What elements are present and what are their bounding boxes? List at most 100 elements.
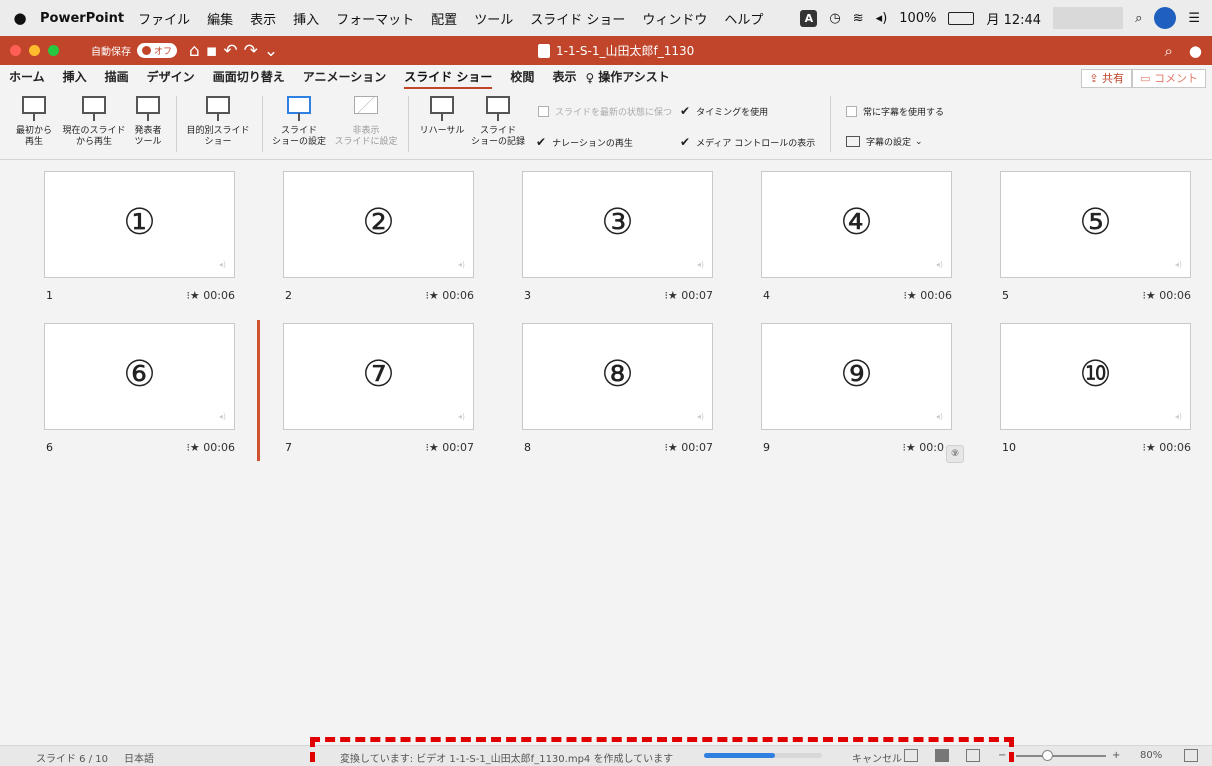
zoom-slider[interactable] [1016, 755, 1106, 757]
record-slide-show-button[interactable]: スライド ショーの記録 [470, 96, 526, 148]
slide-preview[interactable]: ⑩ ◂) [1000, 323, 1191, 430]
clock[interactable]: 月 12:44 [986, 9, 1041, 28]
document-name: 1-1-S-1_山田太郎f_1130 [556, 44, 695, 58]
play-narrations-checkbox[interactable]: ✔ ナレーションの再生 [536, 135, 633, 149]
always-subtitles-checkbox[interactable]: 常に字幕を使用する [846, 105, 944, 118]
minimize-window-button[interactable] [29, 45, 40, 56]
slide-thumbnail[interactable]: ⑥ ◂) 6 ⁝★ 00:06 [44, 323, 235, 454]
customize-toolbar-icon[interactable]: ⌄ [264, 41, 284, 61]
tab-view[interactable]: 表示 [552, 65, 576, 90]
slide-label: ② [362, 202, 395, 243]
slide-thumbnail[interactable]: ⑤ ◂) 5 ⁝★ 00:06 [1000, 171, 1191, 302]
comments-button[interactable]: ▭ コメント [1132, 69, 1206, 88]
transition-star-icon: ⁝★ [1142, 289, 1160, 302]
notification-center-icon[interactable]: ☰ [1188, 11, 1200, 26]
slide-preview[interactable]: ⑦ ◂) [283, 323, 474, 430]
menu-edit[interactable]: 編集 [207, 9, 233, 28]
custom-slide-show-button[interactable]: 目的別スライド ショー [180, 96, 256, 148]
rehearse-timings-button[interactable]: リハーサル [414, 96, 470, 137]
transition-star-icon: ⁝★ [186, 441, 204, 454]
menu-file[interactable]: ファイル [138, 9, 190, 28]
app-menu[interactable]: PowerPoint [40, 11, 124, 26]
input-source-icon[interactable]: A [800, 9, 818, 27]
menu-help[interactable]: ヘルプ [724, 9, 763, 28]
home-icon[interactable]: ⌂ [189, 41, 206, 61]
slide-preview[interactable]: ② ◂) [283, 171, 474, 278]
set-up-slide-show-icon [287, 96, 311, 121]
set-up-slide-show-button[interactable]: スライド ショーの設定 [268, 96, 330, 148]
slide-thumbnail[interactable]: ① ◂) 1 ⁝★ 00:06 [44, 171, 235, 302]
slide-thumbnail[interactable]: ⑨ ◂) 9 ⁝★ 00:0 [761, 323, 952, 454]
tab-slideshow[interactable]: スライド ショー [404, 65, 493, 90]
annotation-highlight-frame [310, 737, 1014, 766]
slide-thumbnail[interactable]: ⑦ ◂) 7 ⁝★ 00:07 [283, 323, 474, 454]
slide-thumbnail[interactable]: ③ ◂) 3 ⁝★ 00:07 [522, 171, 713, 302]
hide-slide-button[interactable]: 非表示 スライドに設定 [332, 96, 400, 148]
slide-thumbnail[interactable]: ⑩ ◂) 10 ⁝★ 00:06 [1000, 323, 1191, 454]
tab-home[interactable]: ホーム [9, 65, 45, 90]
zoom-level[interactable]: 80% [1140, 750, 1162, 761]
zoom-in-button[interactable]: + [1112, 750, 1120, 761]
time-machine-icon[interactable]: ◷ [829, 11, 840, 26]
menu-tools[interactable]: ツール [474, 9, 513, 28]
slide-preview[interactable]: ④ ◂) [761, 171, 952, 278]
zoom-window-button[interactable] [48, 45, 59, 56]
language-indicator[interactable]: 日本語 [124, 750, 154, 765]
slide-timing: ⁝★ 00:06 [425, 289, 474, 302]
tab-animations[interactable]: アニメーション [303, 65, 387, 90]
slide-thumbnail[interactable]: ④ ◂) 4 ⁝★ 00:06 [761, 171, 952, 302]
battery-icon[interactable] [948, 11, 975, 25]
slide-label: ⑤ [1079, 202, 1112, 243]
subtitle-settings-button[interactable]: 字幕の設定 ⌄ [846, 135, 923, 148]
slide-number: 1 [46, 289, 53, 302]
tab-transitions[interactable]: 画面切り替え [213, 65, 285, 90]
account-icon[interactable]: ● [1189, 42, 1202, 60]
slide-preview[interactable]: ⑨ ◂) [761, 323, 952, 430]
document-title[interactable]: 1-1-S-1_山田太郎f_1130 [538, 36, 694, 65]
slide-label: ⑩ [1079, 354, 1112, 395]
undo-icon[interactable]: ↶ [223, 41, 243, 61]
fit-to-window-icon[interactable] [1184, 749, 1198, 762]
tab-tell-me[interactable]: 操作アシスト [598, 65, 670, 90]
tab-draw[interactable]: 描画 [105, 65, 129, 90]
play-from-start-button[interactable]: 最初から 再生 [6, 96, 62, 148]
close-window-button[interactable] [10, 45, 21, 56]
share-button[interactable]: ⇪ 共有 [1081, 69, 1132, 88]
presenter-view-button[interactable]: 発表者 ツール [128, 96, 168, 148]
siri-icon[interactable] [1154, 7, 1177, 29]
slide-thumbnail[interactable]: ② ◂) 2 ⁝★ 00:06 [283, 171, 474, 302]
tab-insert[interactable]: 挿入 [63, 65, 87, 90]
tab-review[interactable]: 校閲 [510, 65, 534, 90]
zoom-slider-handle[interactable] [1042, 750, 1053, 761]
menu-format[interactable]: フォーマット [336, 9, 414, 28]
ribbon-separator [830, 96, 831, 152]
menu-slideshow[interactable]: スライド ショー [530, 9, 625, 28]
play-from-current-button[interactable]: 現在のスライド から再生 [62, 96, 126, 148]
slide-preview[interactable]: ⑧ ◂) [522, 323, 713, 430]
spotlight-icon[interactable]: ⌕ [1135, 11, 1142, 26]
redo-icon[interactable]: ↷ [244, 41, 264, 61]
search-icon[interactable]: ⌕ [1165, 42, 1173, 60]
ribbon-tab-bar: ホーム 挿入 描画 デザイン 画面切り替え アニメーション スライド ショー 校… [0, 65, 1212, 90]
slide-thumbnail[interactable]: ⑧ ◂) 8 ⁝★ 00:07 [522, 323, 713, 454]
volume-icon[interactable]: ◂) [876, 11, 888, 26]
menu-arrange[interactable]: 配置 [431, 9, 457, 28]
slide-timing: ⁝★ 00:06 [1142, 441, 1191, 454]
drop-insertion-marker [257, 320, 260, 461]
autosave-toggle[interactable]: オフ [137, 43, 178, 58]
slide-preview[interactable]: ⑥ ◂) [44, 323, 235, 430]
use-timings-checkbox[interactable]: ✔ タイミングを使用 [680, 104, 768, 118]
menu-window[interactable]: ウィンドウ [642, 9, 707, 28]
menu-insert[interactable]: 挿入 [293, 9, 319, 28]
menu-view[interactable]: 表示 [250, 9, 276, 28]
slide-preview[interactable]: ⑤ ◂) [1000, 171, 1191, 278]
slide-preview[interactable]: ③ ◂) [522, 171, 713, 278]
play-from-start-label-1: 最初から [15, 126, 52, 136]
keep-updated-checkbox[interactable]: スライドを最新の状態に保つ [538, 105, 672, 118]
tab-design[interactable]: デザイン [147, 65, 195, 90]
slide-preview[interactable]: ① ◂) [44, 171, 235, 278]
apple-icon[interactable]: ● [0, 9, 40, 27]
save-icon[interactable]: ▪ [206, 41, 224, 61]
wifi-icon[interactable]: ≋ [853, 11, 864, 26]
show-media-controls-checkbox[interactable]: ✔ メディア コントロールの表示 [680, 135, 815, 149]
